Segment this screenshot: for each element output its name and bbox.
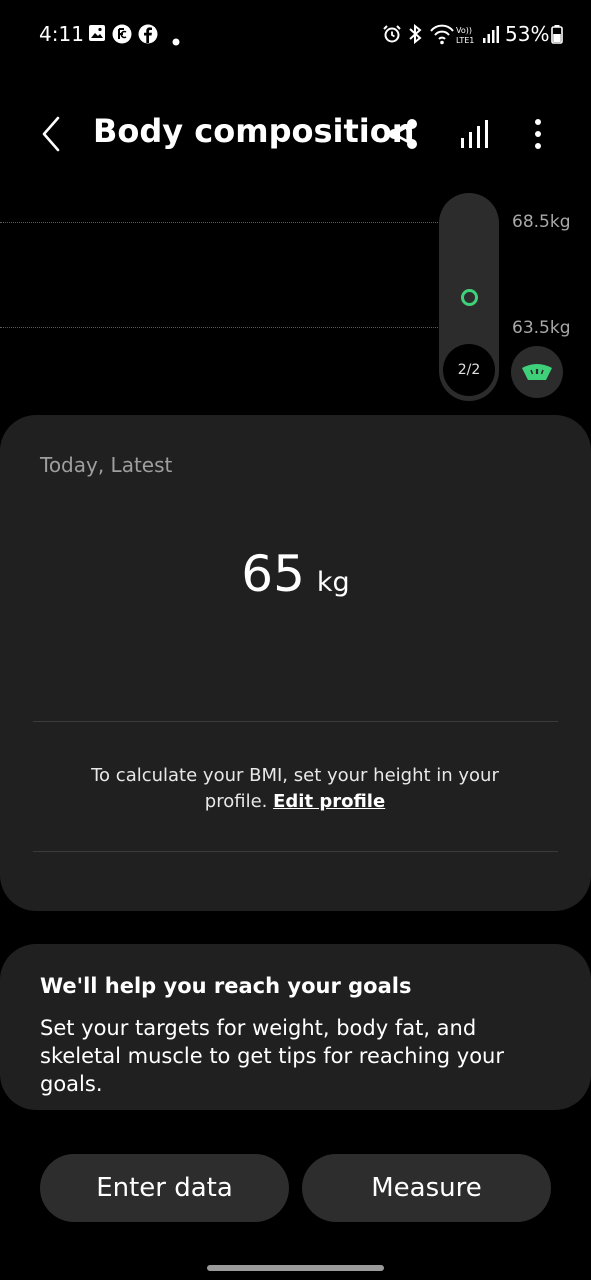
wifi-calling-icon: Vo)) LTE1 — [430, 24, 480, 50]
gallery-icon — [88, 24, 106, 46]
back-icon — [42, 116, 60, 152]
page-title: Body composition — [93, 112, 415, 150]
goals-card[interactable]: We'll help you reach your goals Set your… — [0, 944, 591, 1110]
back-button[interactable] — [28, 110, 76, 158]
status-bar: 4:11 Vo)) LTE1 53% — [0, 0, 591, 70]
scale-gauge-icon — [522, 364, 552, 380]
latest-result-card: Today, Latest 65 kg To calculate your BMI… — [0, 415, 591, 911]
more-icon — [535, 119, 541, 149]
app-notification-icon — [112, 24, 132, 48]
bmi-hint: To calculate your BMI, set your height i… — [60, 763, 530, 815]
divider-top — [33, 721, 558, 722]
enter-data-button[interactable]: Enter data — [40, 1154, 289, 1222]
weight-unit: kg — [316, 567, 350, 598]
chart-icon — [461, 120, 488, 148]
signal-icon — [482, 24, 500, 48]
status-time: 4:11 — [39, 22, 84, 46]
chart-button[interactable] — [451, 110, 499, 158]
more-options-button[interactable] — [514, 110, 562, 158]
page-indicator[interactable]: 2/2 — [443, 344, 495, 396]
axis-label-upper: 68.5kg — [512, 212, 571, 232]
svg-text:LTE1: LTE1 — [456, 36, 474, 45]
share-icon — [389, 119, 417, 149]
battery-percent: 53% — [505, 22, 550, 46]
weight-reading: 65 kg — [0, 545, 591, 603]
dot-icon — [172, 31, 180, 50]
share-button[interactable] — [379, 110, 427, 158]
measure-button[interactable]: Measure — [302, 1154, 551, 1222]
goals-description: Set your targets for weight, body fat, a… — [40, 1016, 504, 1096]
weight-number: 65 — [241, 545, 305, 603]
weight-data-point[interactable] — [461, 289, 478, 306]
facebook-icon — [138, 24, 158, 48]
battery-icon — [551, 24, 563, 48]
gridline-lower — [0, 327, 440, 328]
volte-label: Vo)) — [456, 26, 472, 35]
divider-bottom — [33, 851, 558, 852]
goals-title: We'll help you reach your goals — [40, 974, 412, 998]
scale-device-button[interactable] — [511, 346, 563, 398]
axis-label-lower: 63.5kg — [512, 318, 571, 338]
weight-trend-chart: 68.5kg 63.5kg 2/2 — [0, 180, 591, 420]
measurement-date: Today, Latest — [40, 453, 173, 477]
bluetooth-icon — [407, 23, 423, 48]
alarm-icon — [382, 24, 402, 48]
edit-profile-link[interactable]: Edit profile — [273, 791, 385, 812]
app-header: Body composition — [0, 100, 591, 170]
gridline-upper — [0, 222, 440, 223]
home-indicator[interactable] — [207, 1265, 384, 1271]
